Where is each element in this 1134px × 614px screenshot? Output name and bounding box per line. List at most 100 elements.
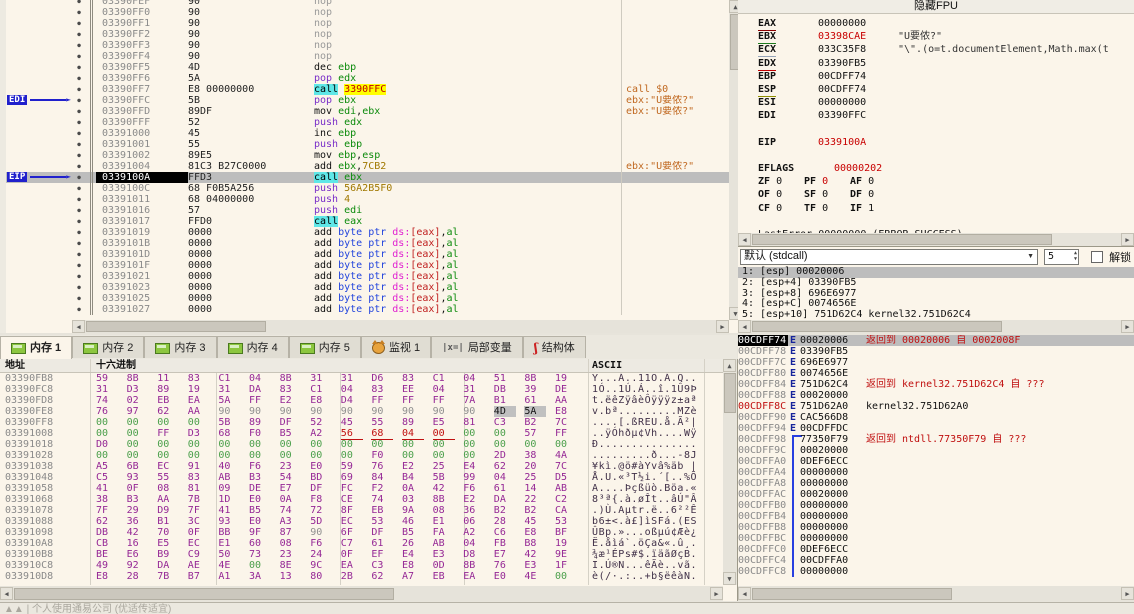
register-row[interactable]: EBX 03398CAE "U要侬?" (738, 30, 1134, 45)
stack-row[interactable]: 00CDFF78 E 03390FB5 (738, 346, 1134, 357)
scroll-right-icon[interactable]: ▶ (716, 320, 729, 333)
disasm-row[interactable]: ● 03391004 81C3 B27C0000 add ebx,7CB2 ebx:"U… (6, 161, 729, 172)
breakpoint-dot-icon[interactable]: ● (68, 7, 90, 18)
scroll-left-icon[interactable]: ◀ (738, 320, 751, 333)
breakpoint-dot-icon[interactable]: ● (68, 106, 90, 117)
dump-row[interactable]: 03390FD8 74 02 EB EA 5A FF E2 E8 D4 FF FF FF 7A B1 61 AA… (0, 395, 723, 406)
breakpoint-dot-icon[interactable]: ● (68, 238, 90, 249)
disasm-hscroll-thumb[interactable] (86, 321, 266, 332)
scroll-right-icon[interactable]: ▶ (710, 587, 723, 600)
breakpoint-dot-icon[interactable]: ● (68, 194, 90, 205)
stack-row[interactable]: 00CDFFB8 00000000 (738, 522, 1134, 533)
tab-内存-3[interactable]: 内存 3 (144, 336, 217, 358)
breakpoint-dot-icon[interactable]: ● (68, 128, 90, 139)
disasm-row[interactable]: ● 0339100C 68 F0B5A256 push 56A2B5F0 (6, 183, 729, 194)
breakpoint-dot-icon[interactable]: ● (68, 216, 90, 227)
stack-row[interactable]: 00CDFF90 E CAC566D8 (738, 412, 1134, 423)
breakpoint-dot-icon[interactable]: ● (68, 172, 90, 183)
scroll-left-icon[interactable]: ◀ (738, 587, 751, 600)
breakpoint-dot-icon[interactable]: ● (68, 40, 90, 51)
tab-内存-2[interactable]: 内存 2 (72, 336, 145, 358)
dump-row[interactable]: 03391048 C5 93 55 83 AB B3 54 BD 69 84 B4 5B 99 04 25 D5… (0, 472, 723, 483)
dump-row[interactable]: 03390FB8 59 8B 11 83 C1 04 8B 31 31 D6 83 C1 04 51 8B 19… (0, 373, 723, 384)
disasm-row[interactable]: ● 0339101B 0000 add byte ptr ds:[eax],al (6, 238, 729, 249)
dump-row[interactable]: 03390FF8 00 00 00 00 5B 89 DF 52 45 55 89 E5 81 C3 B2 7C… (0, 417, 723, 428)
args-hscroll-thumb[interactable] (752, 321, 1002, 332)
flag-pf[interactable]: PF 0 (804, 175, 850, 188)
register-row[interactable]: EDX 03390FB5 (738, 57, 1134, 71)
dump-row[interactable]: 03391038 A5 6B EC 91 40 F6 23 E0 59 76 E2 25 E4 62 20 7C… (0, 461, 723, 472)
breakpoint-dot-icon[interactable]: ● (68, 150, 90, 161)
disasm-row[interactable]: ● 03390FF6 5A pop edx (6, 73, 729, 84)
scroll-down-icon[interactable]: ▼ (723, 572, 736, 585)
disasm-row[interactable]: ● 03391023 0000 add byte ptr ds:[eax],al (6, 282, 729, 293)
flag-tf[interactable]: TF 0 (804, 202, 850, 215)
breakpoint-dot-icon[interactable]: ● (68, 304, 90, 315)
dump-row[interactable]: 03391058 41 0F 08 81 09 DE E7 DF FC F2 0A 42 F6 61 14 AB… (0, 483, 723, 494)
scroll-left-icon[interactable]: ◀ (0, 587, 13, 600)
stack-hscroll-thumb[interactable] (752, 588, 952, 600)
tab-内存-1[interactable]: 内存 1 (0, 336, 73, 359)
dump-row[interactable]: 03391068 38 B3 AA 7B 1D E0 0A F8 CE 74 03 8B E2 DA 22 C2… (0, 494, 723, 505)
dump-row[interactable]: 03391088 62 36 B1 3C 93 E0 A3 5D EC 53 46 E1 06 28 45 53… (0, 516, 723, 527)
breakpoint-dot-icon[interactable]: ● (68, 117, 90, 128)
scroll-left-icon[interactable]: ◀ (738, 233, 751, 246)
scroll-right-icon[interactable]: ▶ (1121, 587, 1134, 600)
stack-row[interactable]: 00CDFF80 E 0074656E (738, 368, 1134, 379)
disasm-row[interactable]: ● 03390FF7 E8 00000000 call 3390FFC call $0 (6, 84, 729, 95)
stack-row[interactable]: 00CDFF94 E 00CDFFDC (738, 423, 1134, 434)
breakpoint-dot-icon[interactable]: ● (68, 95, 90, 106)
tab-监视-1[interactable]: 监视 1 (360, 336, 432, 358)
disasm-row[interactable]: ● 03390FF4 90 nop (6, 51, 729, 62)
flag-cf[interactable]: CF 0 (758, 202, 804, 215)
disasm-row[interactable]: ● 03391025 0000 add byte ptr ds:[eax],al (6, 293, 729, 304)
stack-row[interactable]: 00CDFFA4 00000000 (738, 467, 1134, 478)
disasm-row[interactable]: ● 03391027 0000 add byte ptr ds:[eax],al (6, 304, 729, 315)
stack-row[interactable]: 00CDFFA8 00000000 (738, 478, 1134, 489)
disasm-row[interactable]: EIP ► ● 0339100A FFD3 call ebx (6, 172, 729, 183)
stack-row[interactable]: 00CDFFA0 0DEF6ECC (738, 456, 1134, 467)
stack-row[interactable]: 00CDFF7C E 696E6977 (738, 357, 1134, 368)
register-row[interactable]: ECX 033C35F8 "\".(o=t.documentElement,Math… (738, 43, 1134, 58)
disasm-row[interactable]: EDI ► ● 03390FFC 5B pop ebx ebx:"U要侬?" (6, 95, 729, 106)
disasm-row[interactable]: ● 03391019 0000 add byte ptr ds:[eax],al (6, 227, 729, 238)
scroll-right-icon[interactable]: ▶ (1121, 320, 1134, 333)
breakpoint-dot-icon[interactable]: ● (68, 161, 90, 172)
dump-row[interactable]: 03391028 00 00 00 00 00 00 00 00 00 F0 00 00 00 2D 38 4A… (0, 450, 723, 461)
breakpoint-dot-icon[interactable]: ● (68, 73, 90, 84)
disasm-row[interactable]: ● 03391011 68 04000000 push 4 (6, 194, 729, 205)
register-row[interactable]: EBP 00CDFF74 (738, 70, 1134, 83)
stack-row[interactable]: 00CDFF84 E 751D62C4 返回到 kernel32.751D62C4 自… (738, 379, 1134, 390)
scroll-up-icon[interactable]: ▲ (723, 359, 736, 372)
disasm-row[interactable]: ● 03390FEF 90 nop (6, 0, 729, 7)
flag-sf[interactable]: SF 0 (804, 188, 850, 201)
disasm-row[interactable]: ● 03391000 45 inc ebp (6, 128, 729, 139)
breakpoint-dot-icon[interactable]: ● (68, 84, 90, 95)
flag-af[interactable]: AF 0 (850, 175, 896, 188)
tab-内存-4[interactable]: 内存 4 (216, 336, 289, 358)
disasm-row[interactable]: ● 03391001 55 push ebp (6, 139, 729, 150)
disasm-row[interactable]: ● 0339101D 0000 add byte ptr ds:[eax],al (6, 249, 729, 260)
stack-row[interactable]: 00CDFFC8 00000000 (738, 566, 1134, 577)
register-row[interactable]: ESP 00CDFF74 (738, 83, 1134, 97)
stack-row[interactable]: 00CDFF88 E 00020000 (738, 390, 1134, 401)
register-row[interactable]: EAX 00000000 (738, 17, 1134, 31)
stack-row[interactable]: 00CDFFC0 0DEF6ECC (738, 544, 1134, 555)
dump-row[interactable]: 033910D8 E8 28 7B B7 A1 3A 13 80 2B 62 A7 EB EA E0 4E 00… (0, 571, 723, 582)
breakpoint-dot-icon[interactable]: ● (68, 227, 90, 238)
hide-fpu-button[interactable]: 隐藏FPU (738, 0, 1134, 14)
stack-row[interactable]: 00CDFFB0 00000000 (738, 500, 1134, 511)
scroll-left-icon[interactable]: ◀ (72, 320, 85, 333)
breakpoint-dot-icon[interactable]: ● (68, 260, 90, 271)
disasm-row[interactable]: ● 03390FFD 89DF mov edi,ebx ebx:"U要侬?" (6, 106, 729, 117)
disasm-row[interactable]: ● 03391017 FFD0 call eax (6, 216, 729, 227)
unlock-checkbox[interactable] (1091, 251, 1104, 263)
disasm-hscrollbar[interactable]: ◀ ▶ (72, 320, 729, 333)
disasm-row[interactable]: ● 03390FF0 90 nop (6, 7, 729, 18)
breakpoint-dot-icon[interactable]: ● (68, 183, 90, 194)
dump-vscroll-thumb[interactable] (724, 373, 736, 413)
dump-hscroll-thumb[interactable] (14, 588, 394, 600)
breakpoint-dot-icon[interactable]: ● (68, 139, 90, 150)
breakpoint-dot-icon[interactable]: ● (68, 205, 90, 216)
breakpoint-dot-icon[interactable]: ● (68, 51, 90, 62)
